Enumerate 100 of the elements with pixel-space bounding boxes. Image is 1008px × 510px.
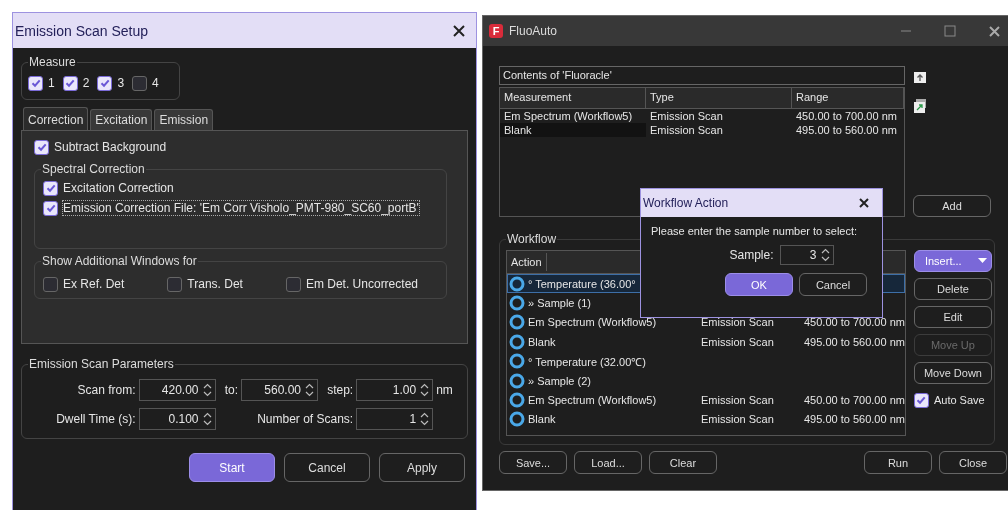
table-cell: Emission Scan — [701, 394, 774, 407]
group-title: Workflow — [506, 232, 558, 246]
table-row[interactable]: » Sample (2) — [507, 370, 905, 391]
checkbox-label: 4 — [152, 76, 159, 90]
table-cell: Em Spectrum (Workflow5) — [528, 394, 657, 407]
spin-box[interactable]: 420.00 — [138, 379, 216, 401]
button[interactable]: Close — [939, 451, 1007, 474]
table-cell: » Sample (1) — [528, 297, 591, 310]
spin-box[interactable]: 1.00 — [356, 379, 434, 401]
checkbox[interactable] — [167, 276, 183, 292]
up-down-arrows-icon — [420, 382, 430, 398]
folder-arrow-icon — [913, 98, 927, 114]
checkbox[interactable] — [97, 75, 113, 91]
table-row[interactable]: ° Temperature (32.00℃) — [507, 351, 905, 371]
checkbox[interactable] — [62, 75, 78, 91]
checkbox[interactable] — [132, 75, 148, 91]
table-cell-text: Emission Scan — [649, 123, 724, 137]
checkmark-icon — [45, 183, 56, 193]
checkmark-icon — [65, 78, 76, 88]
up-down-arrows-icon — [820, 247, 830, 263]
close-icon[interactable] — [452, 23, 466, 38]
button[interactable]: Start — [189, 453, 275, 482]
checkmark-icon — [99, 78, 110, 88]
upload-icon — [913, 70, 927, 84]
button[interactable]: Apply — [379, 453, 465, 482]
checkmark-icon — [36, 142, 47, 152]
table-cell-text: 495.00 to 560.00 nm — [795, 123, 898, 137]
checkbox-label: Excitation Correction — [63, 181, 174, 195]
button[interactable]: Save... — [499, 451, 567, 474]
button[interactable]: Delete — [913, 278, 992, 300]
dropdown-caret-icon — [977, 258, 987, 264]
ring-icon — [509, 333, 525, 350]
spin-box[interactable]: 560.00 — [241, 379, 318, 401]
group-title: Show Additional Windows for — [41, 254, 198, 268]
button[interactable]: Edit — [913, 306, 992, 328]
ring-icon — [509, 353, 525, 370]
spin-box[interactable]: 0.100 — [138, 408, 216, 430]
checkmark-icon — [45, 203, 56, 213]
checkbox[interactable] — [34, 139, 49, 155]
close-icon[interactable] — [988, 24, 1001, 38]
checkbox[interactable] — [28, 75, 43, 91]
checkbox-label: Emission Correction File: 'Em Corr Visholo_PMT-980_SC60_portB' — [63, 201, 419, 215]
window-title: Workflow Action — [643, 196, 729, 210]
add-button[interactable]: Add — [913, 195, 991, 217]
table-cell: Blank — [500, 123, 646, 137]
button[interactable]: Clear — [649, 451, 717, 474]
checkbox-label: 1 — [48, 76, 55, 90]
button[interactable]: OK — [725, 273, 793, 296]
app-logo: F — [489, 24, 503, 38]
up-down-arrows-icon — [202, 411, 212, 427]
spin-box[interactable]: 3 — [779, 245, 834, 265]
table-cell: Emission Scan — [701, 316, 774, 329]
checkbox-label: 2 — [82, 76, 90, 90]
maximize-icon[interactable] — [944, 25, 956, 37]
field-label: Scan from: — [76, 383, 136, 397]
table-row[interactable]: Em Spectrum (Workflow5) Emission Scan 450.00 to 700.00 nm — [507, 390, 905, 410]
up-down-arrows-icon — [202, 382, 212, 398]
column-header: Action — [507, 253, 547, 271]
button[interactable]: Move Down — [913, 362, 992, 384]
table-cell-text: Emission Scan — [649, 109, 724, 123]
list-title: Contents of 'Fluoracle' — [499, 66, 905, 85]
checkbox[interactable] — [43, 200, 58, 216]
tab[interactable]: Correction — [23, 107, 89, 130]
column-header: Type — [646, 88, 792, 108]
table-cell: Em Spectrum (Workflow5) — [528, 316, 657, 329]
table-cell: 450.00 to 700.00 nm — [804, 394, 905, 407]
table-cell: Emission Scan — [701, 413, 774, 426]
checkbox[interactable] — [43, 180, 58, 196]
button[interactable]: Cancel — [284, 453, 370, 482]
table-cell: Emission Scan — [701, 335, 774, 348]
spin-box[interactable]: 1 — [356, 408, 434, 430]
table-cell-text: ° Temperature (32.00℃) — [528, 354, 646, 369]
close-icon[interactable] — [858, 197, 870, 209]
field-label: step: — [326, 383, 354, 397]
table-cell: Blank — [528, 413, 556, 426]
table-cell-text: 450.00 to 700.00 nm — [795, 109, 898, 123]
checkbox[interactable] — [43, 276, 58, 292]
ring-icon — [509, 295, 525, 312]
ring-icon — [509, 392, 525, 409]
table-row[interactable]: » Sample (1) — [507, 293, 905, 313]
field-label: Dwell Time (s): — [55, 412, 136, 426]
field-label: Sample: — [729, 248, 774, 262]
checkbox-label: Em Det. Uncorrected — [305, 277, 418, 291]
checkmark-icon — [30, 78, 41, 88]
ring-icon — [509, 314, 525, 331]
tab[interactable]: Excitation — [90, 109, 153, 130]
checkbox-label: Trans. Det — [187, 277, 243, 291]
table-row[interactable]: Em Spectrum (Workflow5) Emission Scan 450.00 to 700.00 nm — [507, 312, 905, 333]
prompt-text: Please enter the sample number to select: — [651, 225, 859, 237]
insert-button[interactable]: Insert... — [913, 250, 992, 272]
checkbox[interactable] — [913, 392, 929, 408]
button[interactable]: Run — [864, 451, 932, 474]
tab[interactable]: Emission — [154, 109, 214, 130]
field-label: to: — [223, 383, 238, 397]
table-row[interactable]: Blank Emission Scan 495.00 to 560.00 nm — [507, 409, 905, 430]
table-cell: ° Temperature (36.00° — [528, 277, 636, 290]
checkbox[interactable] — [285, 276, 301, 292]
button[interactable]: Load... — [574, 451, 642, 474]
table-row[interactable]: Blank Emission Scan 495.00 to 560.00 nm — [507, 332, 905, 352]
button[interactable]: Cancel — [799, 273, 867, 296]
